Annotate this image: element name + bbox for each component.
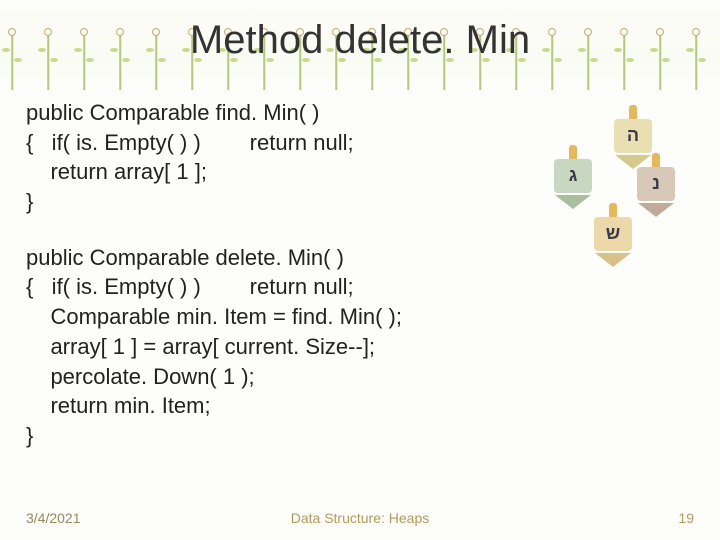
footer-page-number: 19: [678, 510, 694, 526]
dreidel-icon: נ: [633, 153, 679, 215]
dreidel-letter: ה: [610, 125, 656, 146]
code-line: }: [26, 421, 700, 451]
slide-title: Method delete. Min: [0, 18, 720, 63]
footer-title: Data Structure: Heaps: [291, 510, 430, 526]
dreidel-letter: ש: [590, 223, 636, 244]
code-line: Comparable min. Item = find. Min( );: [26, 302, 700, 332]
code-line: array[ 1 ] = array[ current. Size--];: [26, 332, 700, 362]
dreidel-icon: ש: [590, 203, 636, 265]
code-line: percolate. Down( 1 );: [26, 362, 700, 392]
slide-footer: 3/4/2021 Data Structure: Heaps 19: [0, 510, 720, 526]
dreidel-letter: נ: [633, 173, 679, 194]
code-line: return min. Item;: [26, 391, 700, 421]
footer-date: 3/4/2021: [26, 510, 81, 526]
dreidel-icon: ג: [550, 145, 596, 207]
dreidel-letter: ג: [550, 165, 596, 186]
dreidel-clipart: ה ג נ ש: [538, 95, 688, 280]
